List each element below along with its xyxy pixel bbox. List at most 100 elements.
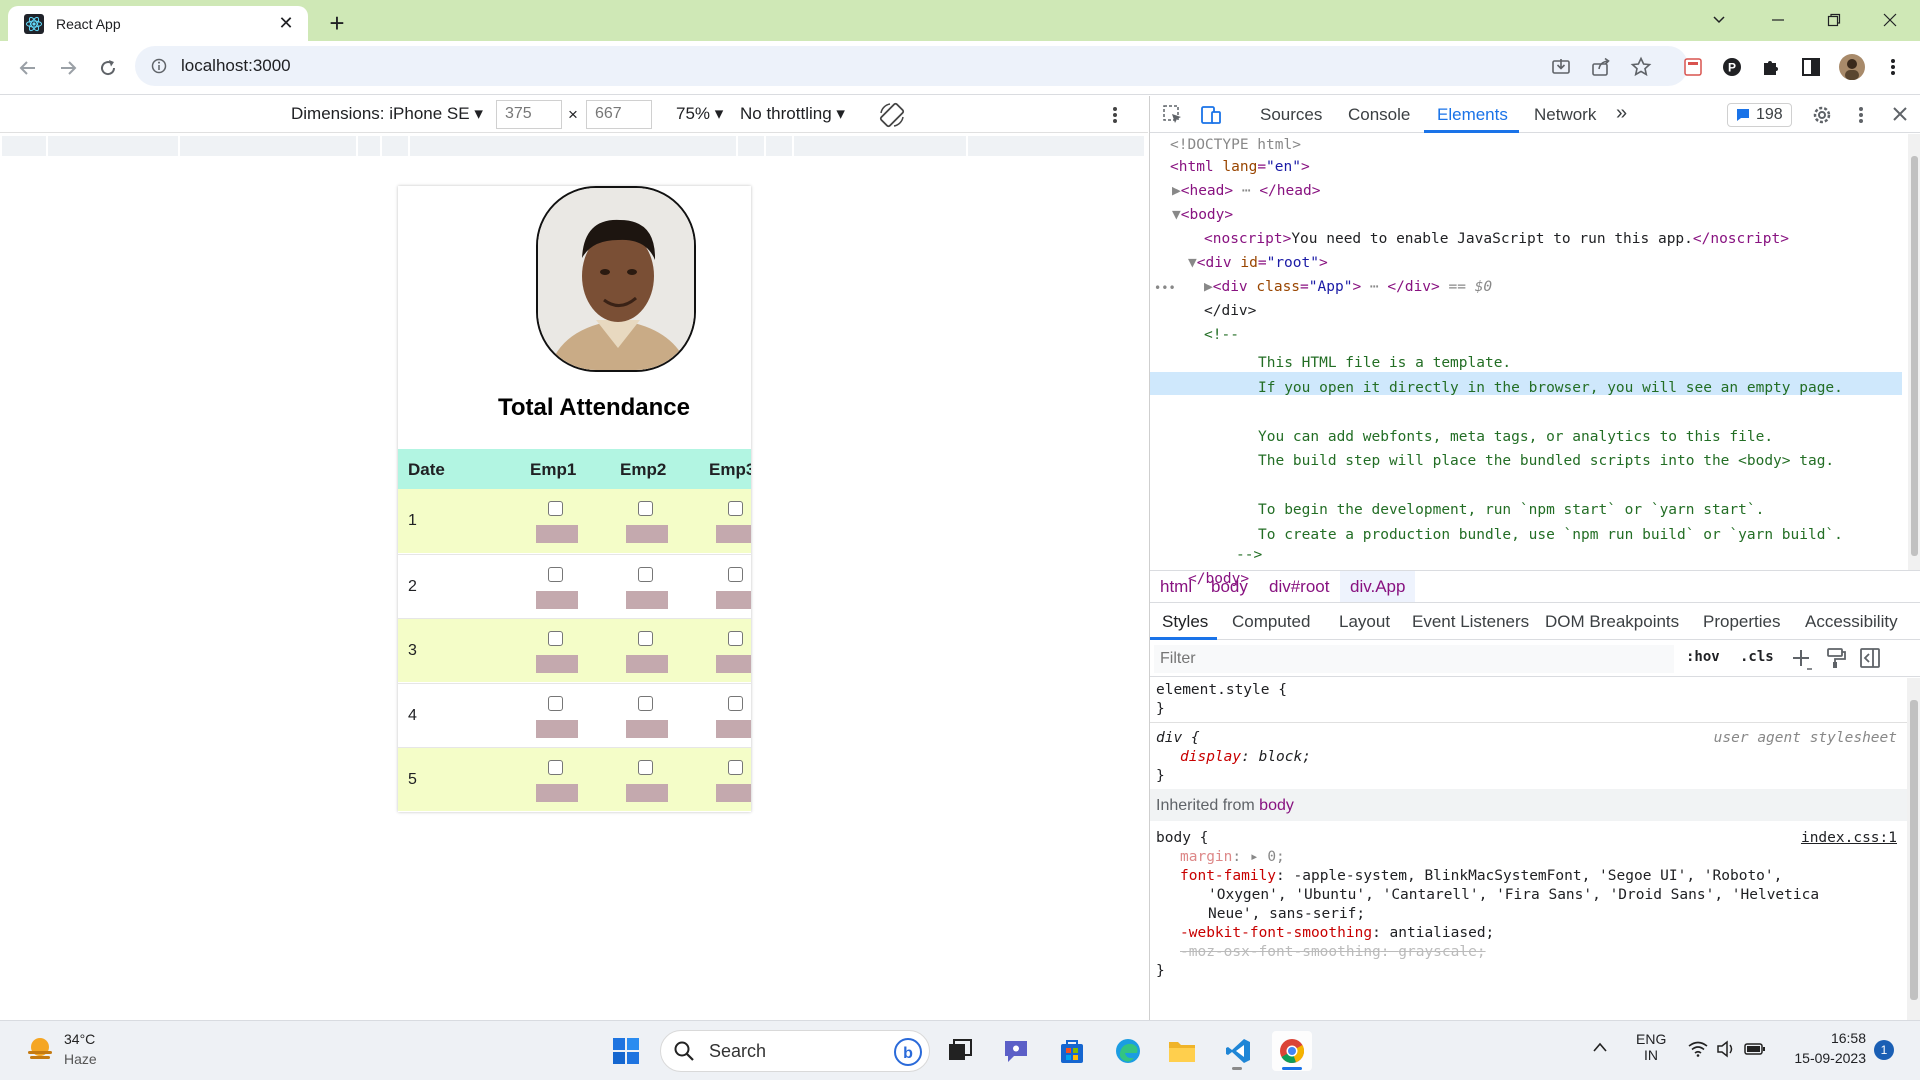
- dom-scrollbar[interactable]: [1908, 134, 1920, 570]
- crumb-root[interactable]: div#root: [1269, 577, 1329, 597]
- styles-scrollbar[interactable]: [1907, 678, 1920, 1020]
- attendance-checkbox[interactable]: [548, 501, 563, 516]
- margin-declaration[interactable]: margin: ▸ 0;: [1180, 849, 1285, 865]
- attendance-checkbox[interactable]: [548, 760, 563, 775]
- crumb-html[interactable]: html: [1160, 577, 1192, 597]
- attendance-checkbox[interactable]: [638, 501, 653, 516]
- attendance-checkbox[interactable]: [728, 566, 743, 582]
- side-panel-icon[interactable]: [1796, 52, 1826, 82]
- device-dropdown[interactable]: Dimensions: iPhone SE ▾: [291, 104, 483, 124]
- tab-console[interactable]: Console: [1348, 105, 1410, 125]
- task-view-icon[interactable]: [940, 1031, 980, 1071]
- div-rule-selector[interactable]: div {: [1156, 730, 1200, 746]
- chrome-menu-icon[interactable]: [1878, 52, 1908, 82]
- tab-computed[interactable]: Computed: [1232, 612, 1310, 632]
- store-icon[interactable]: [1052, 1031, 1092, 1071]
- tab-layout[interactable]: Layout: [1339, 612, 1390, 632]
- moz-smoothing-declaration[interactable]: -moz-osx-font-smoothing: grayscale;: [1180, 944, 1486, 960]
- taskbar-search[interactable]: Search b: [660, 1030, 930, 1072]
- devtools-menu-icon[interactable]: [1858, 105, 1864, 125]
- bing-icon[interactable]: b: [893, 1037, 923, 1067]
- extension-p-icon[interactable]: P: [1717, 52, 1747, 82]
- minimize-icon[interactable]: [1755, 4, 1801, 36]
- attendance-checkbox[interactable]: [728, 501, 743, 516]
- attendance-input[interactable]: [536, 590, 578, 609]
- body-rule-selector[interactable]: body {: [1156, 830, 1208, 846]
- attendance-input[interactable]: [626, 719, 668, 738]
- address-bar[interactable]: localhost:3000: [135, 46, 1688, 86]
- attendance-input[interactable]: [716, 590, 751, 609]
- height-input[interactable]: 667: [586, 100, 652, 129]
- clock[interactable]: 16:58 15-09-2023: [1786, 1030, 1866, 1066]
- dom-app-div[interactable]: ▶<div class="App"> ⋯ </div> == $0: [1204, 276, 1492, 298]
- dom-head[interactable]: ▶<head> ⋯ </head>: [1172, 180, 1320, 202]
- styles-filter-input[interactable]: [1154, 645, 1674, 673]
- webkit-smoothing-declaration[interactable]: -webkit-font-smoothing: antialiased;: [1180, 925, 1494, 941]
- attendance-input[interactable]: [716, 784, 751, 802]
- issues-badge[interactable]: 198: [1727, 103, 1792, 127]
- back-icon[interactable]: [12, 52, 44, 84]
- new-tab-button[interactable]: +: [322, 8, 352, 38]
- attendance-input[interactable]: [536, 784, 578, 802]
- source-link[interactable]: index.css:1: [1801, 830, 1897, 846]
- device-toggle-icon[interactable]: [1200, 104, 1222, 126]
- attendance-checkbox[interactable]: [638, 631, 653, 646]
- maximize-icon[interactable]: [1811, 4, 1857, 36]
- dom-body[interactable]: ▼<body>: [1172, 204, 1233, 226]
- volume-icon[interactable]: [1716, 1040, 1736, 1058]
- throttling-dropdown[interactable]: No throttling ▾: [740, 104, 845, 124]
- node-actions-icon[interactable]: •••: [1154, 277, 1176, 299]
- site-info-icon[interactable]: [151, 58, 167, 74]
- dom-html[interactable]: <html lang="en">: [1170, 156, 1310, 178]
- attendance-checkbox[interactable]: [638, 695, 653, 711]
- dom-root[interactable]: ▼<div id="root">: [1188, 252, 1328, 274]
- hov-toggle[interactable]: :hov: [1686, 649, 1720, 665]
- input-language[interactable]: ENG IN: [1636, 1031, 1666, 1063]
- weather-haze-icon[interactable]: [24, 1033, 56, 1065]
- attendance-input[interactable]: [716, 655, 751, 673]
- forward-icon[interactable]: [52, 52, 84, 84]
- more-tabs-icon[interactable]: »: [1616, 102, 1627, 125]
- edge-icon[interactable]: [1108, 1031, 1148, 1071]
- wifi-icon[interactable]: [1688, 1041, 1708, 1057]
- attendance-input[interactable]: [626, 655, 668, 673]
- display-declaration[interactable]: display: block;: [1180, 749, 1311, 765]
- element-style-rule[interactable]: element.style {: [1156, 682, 1287, 698]
- file-explorer-icon[interactable]: [1162, 1031, 1202, 1071]
- extensions-puzzle-icon[interactable]: [1756, 52, 1786, 82]
- attendance-checkbox[interactable]: [548, 566, 563, 582]
- element-state-paint-icon[interactable]: [1825, 647, 1847, 669]
- tab-properties[interactable]: Properties: [1703, 612, 1780, 632]
- close-window-icon[interactable]: [1867, 4, 1913, 36]
- tab-styles[interactable]: Styles: [1162, 612, 1208, 632]
- tab-event-listeners[interactable]: Event Listeners: [1412, 612, 1529, 632]
- width-input[interactable]: 375: [496, 100, 562, 129]
- start-windows-icon[interactable]: [606, 1031, 646, 1071]
- extension-icon[interactable]: [1678, 52, 1708, 82]
- device-more-icon[interactable]: [1112, 105, 1118, 125]
- notification-badge[interactable]: 1: [1874, 1040, 1894, 1060]
- bookmark-star-icon[interactable]: [1626, 52, 1656, 82]
- attendance-checkbox[interactable]: [638, 566, 653, 582]
- attendance-checkbox[interactable]: [728, 695, 743, 711]
- attendance-checkbox[interactable]: [638, 760, 653, 775]
- attendance-input[interactable]: [716, 525, 751, 543]
- attendance-checkbox[interactable]: [548, 631, 563, 646]
- tab-search-icon[interactable]: [1696, 4, 1742, 36]
- inspect-element-icon[interactable]: [1162, 104, 1184, 126]
- new-rule-icon[interactable]: [1790, 647, 1814, 671]
- close-tab-icon[interactable]: ✕: [276, 13, 296, 34]
- rotate-icon[interactable]: [878, 101, 906, 129]
- attendance-input[interactable]: [536, 655, 578, 673]
- inherited-from-link[interactable]: body: [1259, 797, 1294, 814]
- attendance-checkbox[interactable]: [728, 631, 743, 646]
- tab-elements[interactable]: Elements: [1437, 105, 1508, 125]
- crumb-body[interactable]: body: [1211, 577, 1248, 597]
- cls-toggle[interactable]: .cls: [1740, 649, 1774, 665]
- attendance-input[interactable]: [626, 784, 668, 802]
- dom-noscript[interactable]: <noscript>You need to enable JavaScript …: [1204, 228, 1789, 250]
- attendance-input[interactable]: [536, 525, 578, 543]
- attendance-checkbox[interactable]: [548, 695, 563, 711]
- profile-avatar[interactable]: [1837, 52, 1867, 82]
- battery-icon[interactable]: [1744, 1042, 1766, 1056]
